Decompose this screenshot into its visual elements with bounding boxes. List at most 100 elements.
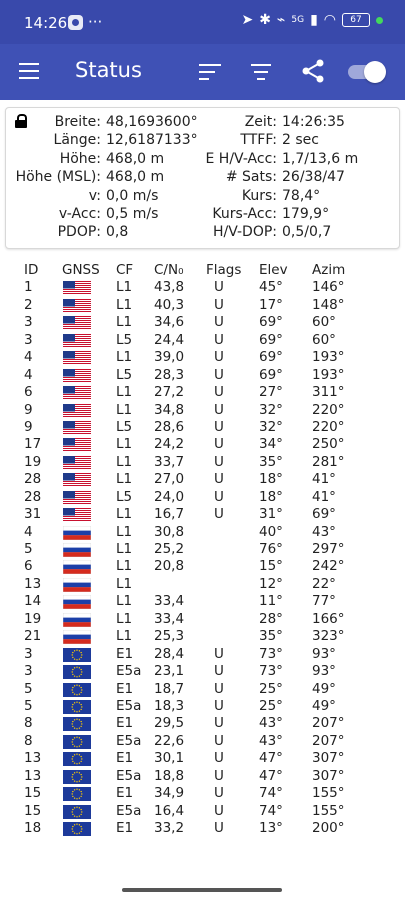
table-row[interactable]: 19 L1 33,4 28° 166° [0,611,405,628]
table-row[interactable]: 4 L1 30,8 40° 43° [0,524,405,541]
azimuth: 220° [312,418,345,435]
sat-id: 4 [24,349,33,366]
table-row[interactable]: 13 E5a 18,8 U 47° 307° [0,768,405,785]
sat-id: 5 [24,680,33,697]
share-icon[interactable] [300,58,326,84]
table-row[interactable]: 8 E1 29,5 U 43° 207° [0,715,405,732]
table-row[interactable]: 6 L1 20,8 15° 242° [0,558,405,575]
info-value: 0,5 m/s [106,205,159,222]
sat-id: 9 [24,401,33,418]
table-row[interactable]: 1 L1 43,8 U 45° 146° [0,279,405,296]
table-row[interactable]: 13 E1 30,1 U 47° 307° [0,750,405,767]
sat-id: 2 [24,296,33,313]
russia-flag-icon [62,595,92,610]
location-icon: ➤ [241,12,254,28]
us-flag-icon [63,351,91,366]
sat-flags: U [214,785,224,802]
sat-flags: U [214,488,224,505]
table-row[interactable]: 13 L1 12° 22° [0,576,405,593]
tracking-toggle[interactable] [348,61,386,83]
table-row[interactable]: 3 L5 24,4 U 69° 60° [0,332,405,349]
header-id[interactable]: ID [24,262,38,279]
table-row[interactable]: 28 L1 27,0 U 18° 41° [0,471,405,488]
header-cn[interactable]: C/N₀ [154,262,184,279]
sat-flags: U [214,314,224,331]
table-row[interactable]: 15 E1 34,9 U 74° 155° [0,785,405,802]
gesture-home-bar[interactable] [122,888,282,892]
table-row[interactable]: 17 L1 24,2 U 34° 250° [0,436,405,453]
table-row[interactable]: 14 L1 33,4 11° 77° [0,593,405,610]
carrier-to-noise: 33,4 [154,593,185,610]
table-row[interactable]: 3 E5a 23,1 U 73° 93° [0,663,405,680]
table-row[interactable]: 19 L1 33,7 U 35° 281° [0,454,405,471]
table-row[interactable]: 5 L1 25,2 76° 297° [0,541,405,558]
us-flag-icon [63,420,91,435]
table-row[interactable]: 15 E5a 16,4 U 74° 155° [0,803,405,820]
app-bar: Status [0,44,405,100]
sat-flags: U [214,820,224,836]
us-flag-icon [63,386,91,401]
table-row[interactable]: 4 L5 28,3 U 69° 193° [0,367,405,384]
carrier-to-noise: 30,1 [154,750,185,767]
position-info-card: Breite: 48,1693600° Zeit: 14:26:35 Länge… [5,107,400,249]
table-row[interactable]: 3 E1 28,4 U 73° 93° [0,646,405,663]
elevation: 32° [259,418,283,435]
table-row[interactable]: 3 L1 34,6 U 69° 60° [0,314,405,331]
table-row[interactable]: 21 L1 25,3 35° 323° [0,628,405,645]
azimuth: 207° [312,715,345,732]
us-flag-icon [63,403,91,418]
table-row[interactable]: 31 L1 16,7 U 31° 69° [0,506,405,523]
sort-icon[interactable] [199,64,221,80]
vibrate-icon: ⌁ [276,12,286,28]
elevation: 32° [259,401,283,418]
table-row[interactable]: 18 E1 33,2 U 13° 200° [0,820,405,837]
us-flag-icon [63,316,91,331]
sat-flags: U [214,697,224,714]
us-flag-icon [63,508,91,523]
sat-flags: U [214,767,224,784]
signal-icon: ▮ [310,12,318,28]
sat-flags: U [214,349,224,366]
sat-flags: U [214,715,224,732]
table-row[interactable]: 2 L1 40,3 U 17° 148° [0,297,405,314]
info-label: Breite: [54,114,101,130]
header-elev[interactable]: Elev [259,262,288,279]
elevation: 69° [259,366,283,383]
azimuth: 297° [312,541,345,557]
russia-flag-icon [62,542,92,558]
carrier-frequency: L1 [116,628,133,645]
table-row[interactable]: 6 L1 27,2 U 27° 311° [0,384,405,401]
sat-flags: U [214,401,224,418]
sat-id: 5 [24,541,33,557]
us-flag-icon [63,298,91,313]
azimuth: 93° [312,645,336,662]
filter-icon[interactable] [251,64,271,80]
carrier-frequency: L5 [116,366,133,383]
hamburger-menu-icon[interactable] [19,63,39,79]
elevation: 40° [259,523,283,540]
info-label: Höhe (MSL): [15,169,101,186]
table-row[interactable]: 28 L5 24,0 U 18° 41° [0,489,405,506]
table-row[interactable]: 8 E5a 22,6 U 43° 207° [0,733,405,750]
table-row[interactable]: 9 L5 28,6 U 32° 220° [0,419,405,436]
russia-flag-icon [62,612,92,627]
header-azim[interactable]: Azim [312,262,345,279]
header-cf[interactable]: CF [116,262,133,279]
carrier-frequency: E5a [116,802,142,819]
table-row[interactable]: 5 E1 18,7 U 25° 49° [0,681,405,698]
elevation: 25° [259,697,283,714]
header-flags[interactable]: Flags [206,262,241,279]
header-gnss[interactable]: GNSS [62,262,100,279]
elevation: 43° [259,715,283,732]
table-row[interactable]: 9 L1 34,8 U 32° 220° [0,402,405,419]
table-header: ID GNSS CF C/N₀ Flags Elev Azim [0,262,405,279]
elevation: 35° [259,453,283,470]
carrier-frequency: L1 [116,610,133,627]
carrier-to-noise: 33,4 [154,610,185,627]
elevation: 43° [259,732,283,749]
carrier-to-noise: 16,4 [154,802,185,819]
table-row[interactable]: 4 L1 39,0 U 69° 193° [0,349,405,366]
carrier-to-noise: 40,3 [154,296,185,313]
table-row[interactable]: 5 E5a 18,3 U 25° 49° [0,698,405,715]
sat-flags: U [214,453,224,470]
